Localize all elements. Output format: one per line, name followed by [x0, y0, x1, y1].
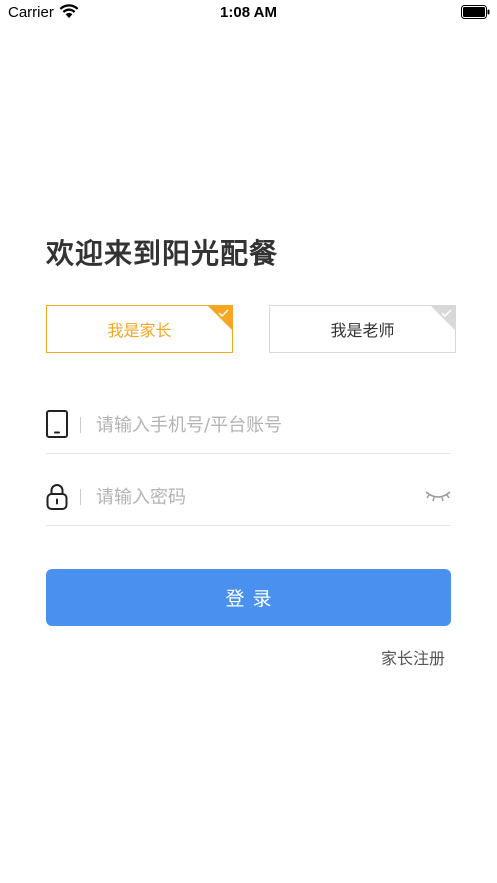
field-underline	[46, 453, 451, 454]
status-bar: Carrier 1:08 AM	[0, 0, 497, 26]
selected-check-icon	[208, 306, 232, 330]
account-input[interactable]	[96, 409, 416, 441]
field-divider	[80, 417, 81, 433]
field-underline	[46, 525, 451, 526]
clock: 1:08 AM	[220, 4, 277, 21]
account-field	[46, 404, 451, 454]
unselected-check-icon	[431, 306, 455, 330]
register-link[interactable]: 家长注册	[381, 645, 445, 669]
page-title: 欢迎来到阳光配餐	[46, 237, 279, 270]
login-button[interactable]: 登录	[46, 569, 451, 626]
password-input[interactable]	[96, 481, 416, 513]
battery-icon	[461, 5, 490, 19]
lock-icon	[46, 484, 68, 510]
role-teacher-label: 我是老师	[330, 321, 395, 340]
role-parent-option[interactable]: 我是家长	[46, 305, 233, 353]
phone-icon	[46, 410, 68, 438]
login-screen: Carrier 1:08 AM 欢迎来到阳光配餐 我是家长 我是老师 请输入手机…	[0, 0, 497, 883]
role-teacher-option[interactable]: 我是老师	[269, 305, 456, 353]
role-parent-label: 我是家长	[107, 321, 172, 340]
eye-closed-icon[interactable]	[425, 488, 451, 504]
field-divider	[80, 489, 81, 505]
password-field	[46, 476, 451, 526]
